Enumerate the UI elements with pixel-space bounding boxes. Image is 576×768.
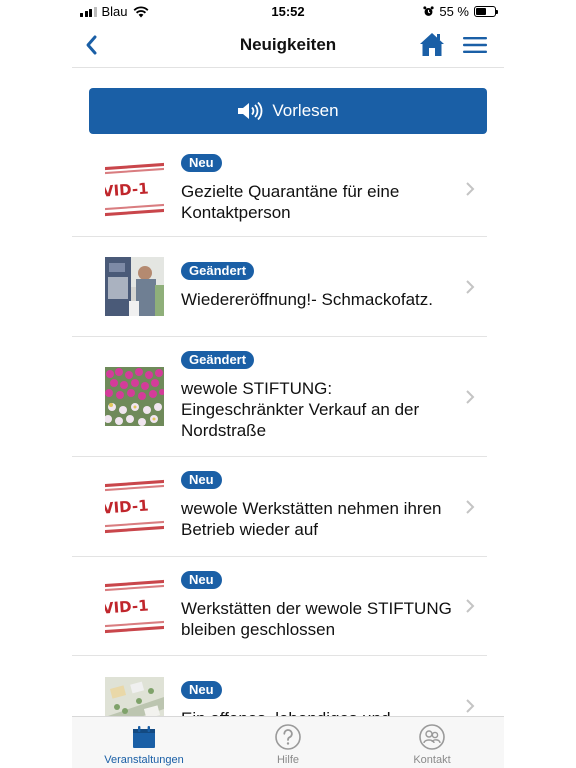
status-badge: Neu (181, 570, 222, 589)
news-item-body: Geändert wewole STIFTUNG: Eingeschränkte… (164, 341, 487, 453)
status-badge: Geändert (181, 261, 255, 280)
read-aloud-button[interactable]: Vorlesen (89, 88, 487, 134)
covid-stamp-thumbnail: VID-1 (105, 576, 164, 636)
tab-hilfe[interactable]: Hilfe (216, 717, 360, 768)
news-title: Gezielte Quarantäne für eine Kontaktpers… (181, 181, 400, 222)
news-item-body: Geändert Wiedereröffnung!- Schmackofatz. (164, 252, 487, 322)
home-icon[interactable] (418, 30, 446, 58)
chevron-right-icon (466, 599, 475, 613)
tab-label: Hilfe (276, 754, 299, 766)
news-title: Wiedereröffnung!- Schmackofatz. (181, 289, 433, 309)
battery-icon (474, 6, 498, 17)
news-list: VID-1 Neu Gezielte Quarantäne für eine K… (72, 142, 504, 716)
status-badge: Neu (181, 153, 222, 172)
news-item-body: Neu wewole Werkstätten nehmen ihren Betr… (164, 461, 487, 552)
help-icon (275, 724, 301, 750)
status-badge: Neu (181, 681, 222, 699)
covid-stamp-thumbnail: VID-1 (105, 159, 164, 219)
stamp-text: VID-1 (105, 178, 150, 201)
status-badge: Neu (181, 471, 222, 489)
news-item[interactable]: VID-1 Neu wewole Werkstätten nehmen ihre… (72, 457, 487, 557)
news-title: wewole STIFTUNG: Eingeschränkter Verkauf… (181, 378, 420, 440)
stamp-text: VID-1 (105, 496, 150, 518)
status-badge: Geändert (181, 350, 255, 369)
chevron-right-icon (466, 182, 475, 196)
tab-veranstaltungen[interactable]: Veranstaltungen (72, 717, 216, 768)
news-item-body: Neu Werkstätten der wewole STIFTUNG blei… (164, 561, 487, 652)
status-right: 55 % (423, 4, 498, 19)
news-item[interactable]: Geändert Wiedereröffnung!- Schmackofatz. (72, 237, 487, 337)
news-title: wewole Werkstätten nehmen ihren Betrieb … (181, 499, 442, 539)
news-item-body: Neu Ein offenes, lebendiges und (164, 671, 487, 716)
battery-fill (476, 8, 486, 15)
menu-icon[interactable] (462, 32, 488, 58)
tab-kontakt[interactable]: Kontakt (360, 717, 504, 768)
back-chevron-icon[interactable] (78, 30, 108, 60)
contact-icon (419, 724, 445, 750)
tab-bar: Veranstaltungen Hilfe Kontakt (72, 716, 504, 768)
flowers-thumbnail (105, 367, 164, 426)
calendar-icon (133, 726, 155, 748)
covid-stamp-thumbnail: VID-1 (105, 477, 164, 536)
navigation-bar: Neuigkeiten (72, 24, 504, 68)
alarm-icon (423, 6, 434, 16)
chevron-right-icon (466, 389, 475, 404)
news-item[interactable]: Neu Ein offenes, lebendiges und (72, 656, 487, 716)
battery-label: 55 % (439, 4, 469, 19)
chevron-right-icon (466, 699, 475, 713)
tab-label: Veranstaltungen (104, 754, 184, 766)
news-item[interactable]: VID-1 Neu Gezielte Quarantäne für eine K… (72, 142, 487, 237)
chevron-right-icon (466, 499, 475, 514)
read-aloud-label: Vorlesen (272, 101, 339, 120)
news-item[interactable]: Geändert wewole STIFTUNG: Eingeschränkte… (72, 337, 487, 457)
speaker-icon (238, 101, 263, 121)
news-title: Ein offenes, lebendiges und (181, 708, 457, 716)
app-screen: Blau 15:52 55 % Neuigkeiten Vorlesen VID… (72, 0, 504, 768)
tab-label: Kontakt (413, 754, 451, 766)
status-bar: Blau 15:52 55 % (72, 0, 504, 24)
site-plan-thumbnail (105, 676, 164, 716)
restaurant-thumbnail (105, 257, 164, 316)
news-item-body: Neu Gezielte Quarantäne für eine Kontakt… (164, 144, 487, 235)
chevron-right-icon (466, 279, 475, 294)
news-item[interactable]: VID-1 Neu Werkstätten der wewole STIFTUN… (72, 557, 487, 656)
news-title: Werkstätten der wewole STIFTUNG bleiben … (181, 598, 452, 639)
stamp-text: VID-1 (105, 595, 150, 618)
